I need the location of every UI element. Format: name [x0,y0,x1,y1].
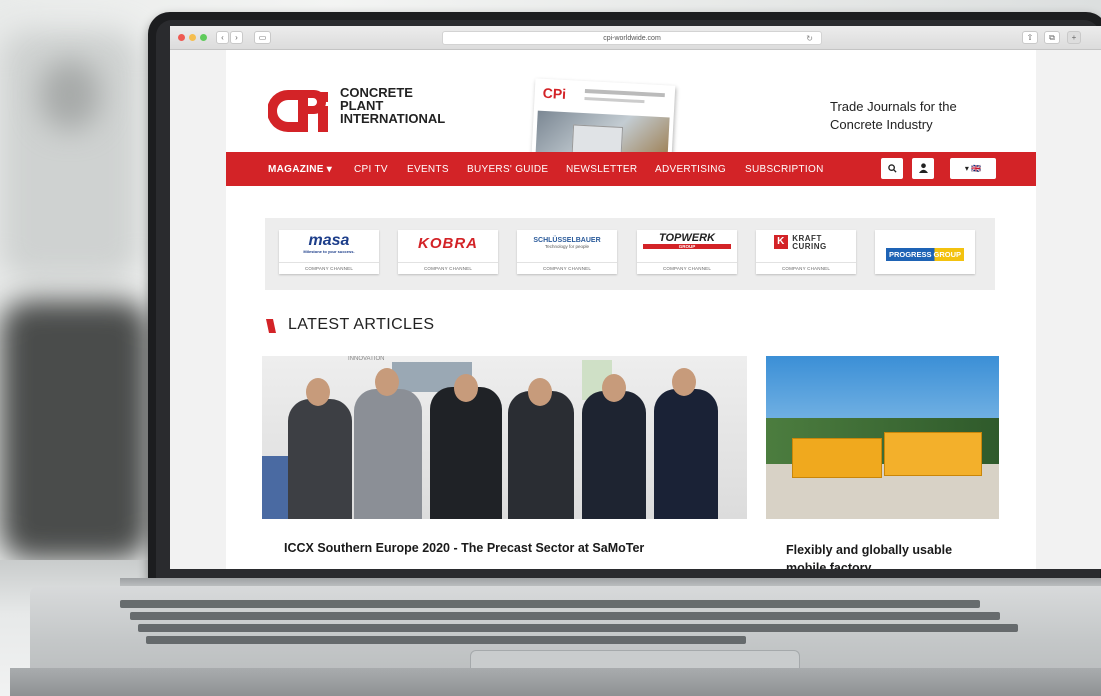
nav-newsletter[interactable]: NEWSLETTER [566,164,637,175]
laptop-front-edge [10,668,1101,696]
nav-advertising[interactable]: ADVERTISING [655,164,726,175]
channel-schluesselbauer[interactable]: SCHLÜSSELBAUER Technology for people COM… [517,230,617,274]
article-2-card[interactable]: Flexibly and globally usable mobile fact… [766,519,999,569]
section-title: LATEST ARTICLES [288,316,435,333]
account-button[interactable] [912,158,934,179]
new-tab-button[interactable]: + [1067,31,1081,44]
nav-magazine[interactable]: MAGAZINE ▾ [268,164,332,175]
search-button[interactable] [881,158,903,179]
address-bar[interactable]: cpi-worldwide.com ↻ [442,31,822,45]
article-1-image[interactable]: INNOVATION [262,356,747,519]
forward-button[interactable]: › [230,31,243,44]
channel-kraft-curing-label: COMPANY CHANNEL [756,262,856,271]
background-shelf-dark [40,60,100,130]
main-navigation: MAGAZINE ▾ CPI TV EVENTS BUYERS' GUIDE N… [226,152,1036,186]
channel-kobra[interactable]: KOBRA COMPANY CHANNEL [398,230,498,274]
sidebar-toggle-button[interactable]: ▭ [254,31,271,44]
channel-masa-tagline: Milestone to your success. [303,249,355,254]
reload-icon[interactable]: ↻ [806,32,813,45]
maximize-window-button[interactable] [200,34,207,41]
channel-progress-group-logo: PROGRESS GROUP [885,248,965,261]
channel-masa-label: COMPANY CHANNEL [279,262,379,271]
channel-kraft-curing[interactable]: K KRAFT CURING COMPANY CHANNEL [756,230,856,274]
site-tagline: Trade Journals for the Concrete Industry [830,98,957,134]
channel-topwerk-tagline: GROUP [643,244,731,249]
nav-cpi-tv[interactable]: CPI TV [354,164,388,175]
article-2-title[interactable]: Flexibly and globally usable mobile fact… [786,541,986,569]
close-window-button[interactable] [178,34,185,41]
nav-buyers-guide[interactable]: BUYERS' GUIDE [467,164,548,175]
channel-progress-group-label [875,268,975,271]
channel-topwerk-label: COMPANY CHANNEL [637,262,737,271]
background-dark-object [0,300,150,560]
url-text: cpi-worldwide.com [603,35,661,42]
nav-subscription[interactable]: SUBSCRIPTION [745,164,824,175]
nav-events[interactable]: EVENTS [407,164,449,175]
channel-topwerk-logo: TOPWERK [658,232,716,244]
section-marker-icon [266,319,276,333]
logo-line-international: INTERNATIONAL [340,111,446,126]
channel-kobra-label: COMPANY CHANNEL [398,262,498,271]
minimize-window-button[interactable] [189,34,196,41]
channel-masa[interactable]: masa Milestone to your success. COMPANY … [279,230,379,274]
channel-progress-group[interactable]: PROGRESS GROUP [875,230,975,274]
channel-schluesselbauer-logo: SCHLÜSSELBAUER [533,237,601,244]
channel-topwerk[interactable]: TOPWERK GROUP COMPANY CHANNEL [637,230,737,274]
channel-masa-logo: masa [308,232,350,249]
magazine-cover-logo: CPi [542,84,567,103]
channel-schluesselbauer-label: COMPANY CHANNEL [517,262,617,271]
channel-kraft-curing-logo: KRAFT CURING [792,234,827,251]
web-page: CONCRETE PLANT INTERNATIONAL CPi Trade J… [226,50,1036,569]
cpi-logo-mark[interactable] [267,88,332,134]
article-1-image-label: INNOVATION [348,356,385,362]
article-2-image[interactable] [766,356,999,519]
back-button[interactable]: ‹ [216,31,229,44]
search-icon [887,164,897,173]
channel-schluesselbauer-tagline: Technology for people [544,244,590,249]
browser-toolbar: ‹ › ▭ cpi-worldwide.com ↻ ⇧ ⧉ + [170,26,1101,50]
laptop-keyboard [110,596,1101,644]
article-1-card[interactable]: ICCX Southern Europe 2020 - The Precast … [262,519,747,569]
tagline-line-2: Concrete Industry [830,117,933,132]
tagline-line-1: Trade Journals for the [830,99,957,114]
company-channels-strip: masa Milestone to your success. COMPANY … [265,218,995,290]
user-icon [918,163,928,173]
logo-wordmark: CONCRETE PLANT INTERNATIONAL [340,86,445,125]
kraft-k-icon: K [773,235,788,249]
share-button[interactable]: ⇧ [1022,31,1038,44]
channel-kobra-logo: KOBRA [418,235,478,252]
tabs-button[interactable]: ⧉ [1044,31,1060,44]
article-1-title[interactable]: ICCX Southern Europe 2020 - The Precast … [284,541,644,555]
laptop-screen: ‹ › ▭ cpi-worldwide.com ↻ ⇧ ⧉ + CONCRETE… [170,26,1101,569]
language-select[interactable]: ▾ 🇬🇧 [950,158,996,179]
